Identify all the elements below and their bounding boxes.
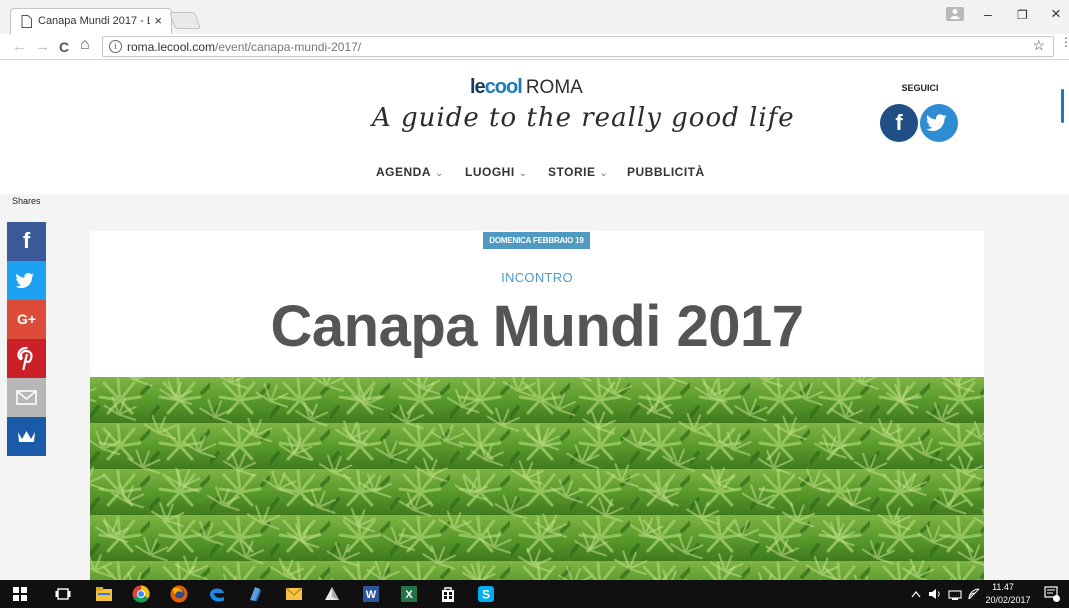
minimize-button[interactable]: – — [984, 6, 992, 22]
tab-close-icon[interactable]: × — [154, 13, 162, 28]
facebook-icon: f — [895, 110, 903, 135]
nav-item-agenda[interactable]: AGENDA ⌄ — [376, 165, 444, 179]
logo-le: le — [470, 76, 486, 98]
close-window-button[interactable]: × — [1051, 4, 1061, 24]
app-white-icon[interactable] — [323, 585, 341, 603]
scrollbar-thumb[interactable] — [1061, 89, 1064, 123]
browser-tab[interactable]: Canapa Mundi 2017 - Le × — [10, 8, 172, 34]
hero-image — [90, 377, 984, 580]
share-pinterest-button[interactable] — [7, 339, 46, 378]
speaker-icon[interactable] — [928, 585, 942, 603]
cannabis-field-image — [90, 377, 984, 580]
excel-icon[interactable]: X — [400, 585, 418, 603]
nav-item-pubblicita[interactable]: PUBBLICITÀ — [627, 165, 705, 179]
logo-city: ROMA — [525, 77, 583, 98]
forward-button[interactable]: → — [35, 38, 50, 55]
new-tab-button[interactable] — [168, 12, 202, 29]
svg-text:S: S — [482, 588, 490, 602]
edge-icon[interactable] — [208, 585, 226, 603]
info-icon[interactable]: i — [109, 40, 122, 53]
twitter-icon — [15, 273, 34, 289]
nav-item-label: LUOGHI — [465, 165, 515, 179]
follow-label: SEGUICI — [901, 83, 939, 93]
browser-title-bar: Canapa Mundi 2017 - Le × – ❐ × — [0, 0, 1069, 34]
app-blue-icon[interactable] — [246, 585, 264, 603]
back-button[interactable]: ← — [12, 38, 27, 55]
mail-icon[interactable] — [285, 585, 303, 603]
nav-item-label: AGENDA — [376, 165, 432, 179]
url-domain: roma.lecool.com — [127, 40, 216, 54]
url-path: /event/canapa-mundi-2017/ — [215, 40, 362, 54]
share-email-button[interactable] — [7, 378, 46, 417]
web-page: lecool ROMA A guide to the really good li… — [0, 61, 1069, 580]
nav-item-label: STORIE — [548, 165, 596, 179]
firefox-icon[interactable] — [170, 585, 188, 603]
browser-toolbar: ← → C ⌂ i roma.lecool.com/event/canapa-m… — [0, 34, 1069, 60]
clock-time[interactable]: 11.47 — [985, 582, 1021, 592]
site-logo[interactable]: lecool ROMA — [470, 76, 583, 100]
home-button[interactable]: ⌂ — [80, 36, 90, 54]
notifications-icon[interactable] — [1044, 585, 1060, 603]
store-icon[interactable] — [439, 585, 457, 603]
nav-item-storie[interactable]: STORIE ⌄ — [548, 165, 608, 179]
shares-label: Shares — [12, 196, 41, 206]
nav-item-label: PUBBLICITÀ — [627, 165, 705, 179]
twitter-follow-button[interactable] — [920, 104, 958, 142]
page-icon — [21, 15, 32, 28]
profile-button[interactable] — [946, 7, 964, 21]
wifi-icon[interactable] — [967, 585, 981, 603]
clock-date[interactable]: 20/02/2017 — [983, 595, 1033, 605]
date-badge: DOMENICA FEBBRAIO 19 — [483, 232, 590, 249]
email-icon — [16, 390, 37, 405]
article-card: DOMENICA FEBBRAIO 19 INCONTRO Canapa Mun… — [90, 231, 984, 580]
bookmark-star-icon[interactable]: ☆ — [1032, 37, 1045, 54]
url-text[interactable]: roma.lecool.com/event/canapa-mundi-2017/ — [127, 40, 361, 54]
google-plus-icon: G+ — [16, 311, 37, 327]
tab-title: Canapa Mundi 2017 - Le — [38, 15, 150, 27]
logo-cool: cool — [484, 76, 523, 98]
chrome-icon[interactable] — [132, 585, 150, 603]
facebook-follow-button[interactable]: f — [880, 104, 918, 142]
browser-menu-icon[interactable]: ⋮ — [1060, 36, 1069, 48]
share-google-plus-button[interactable]: G+ — [7, 300, 46, 339]
network-icon[interactable] — [948, 585, 962, 603]
crown-icon — [18, 431, 35, 442]
share-facebook-button[interactable]: f — [7, 222, 46, 261]
facebook-icon: f — [22, 228, 31, 253]
site-tagline: A guide to the really good life — [372, 103, 795, 133]
task-view-icon[interactable] — [54, 585, 72, 603]
svg-text:W: W — [366, 589, 377, 601]
article-title: Canapa Mundi 2017 — [270, 294, 804, 359]
follow-block: SEGUICI f — [880, 83, 960, 142]
pinterest-icon — [17, 346, 33, 371]
word-icon[interactable]: W — [362, 585, 380, 603]
person-icon — [950, 9, 960, 19]
chevron-down-icon: ⌄ — [599, 168, 609, 179]
chevron-down-icon: ⌄ — [435, 168, 444, 179]
share-sumome-button[interactable] — [7, 417, 46, 456]
svg-text:X: X — [405, 589, 413, 601]
windows-start-icon[interactable] — [13, 587, 27, 601]
chevron-down-icon: ⌄ — [518, 168, 528, 179]
address-bar[interactable]: i roma.lecool.com/event/canapa-mundi-201… — [102, 36, 1054, 57]
reload-button[interactable]: C — [59, 39, 69, 55]
twitter-icon — [926, 114, 947, 132]
windows-taskbar: W X S 11.47 20/02/2017 — [0, 580, 1069, 608]
event-category[interactable]: INCONTRO — [90, 270, 984, 285]
chevron-up-icon[interactable] — [910, 585, 922, 603]
nav-item-luoghi[interactable]: LUOGHI ⌄ — [465, 165, 528, 179]
restore-button[interactable]: ❐ — [1017, 8, 1028, 22]
file-explorer-icon[interactable] — [95, 585, 113, 603]
skype-icon[interactable]: S — [477, 585, 495, 603]
share-twitter-button[interactable] — [7, 261, 46, 300]
